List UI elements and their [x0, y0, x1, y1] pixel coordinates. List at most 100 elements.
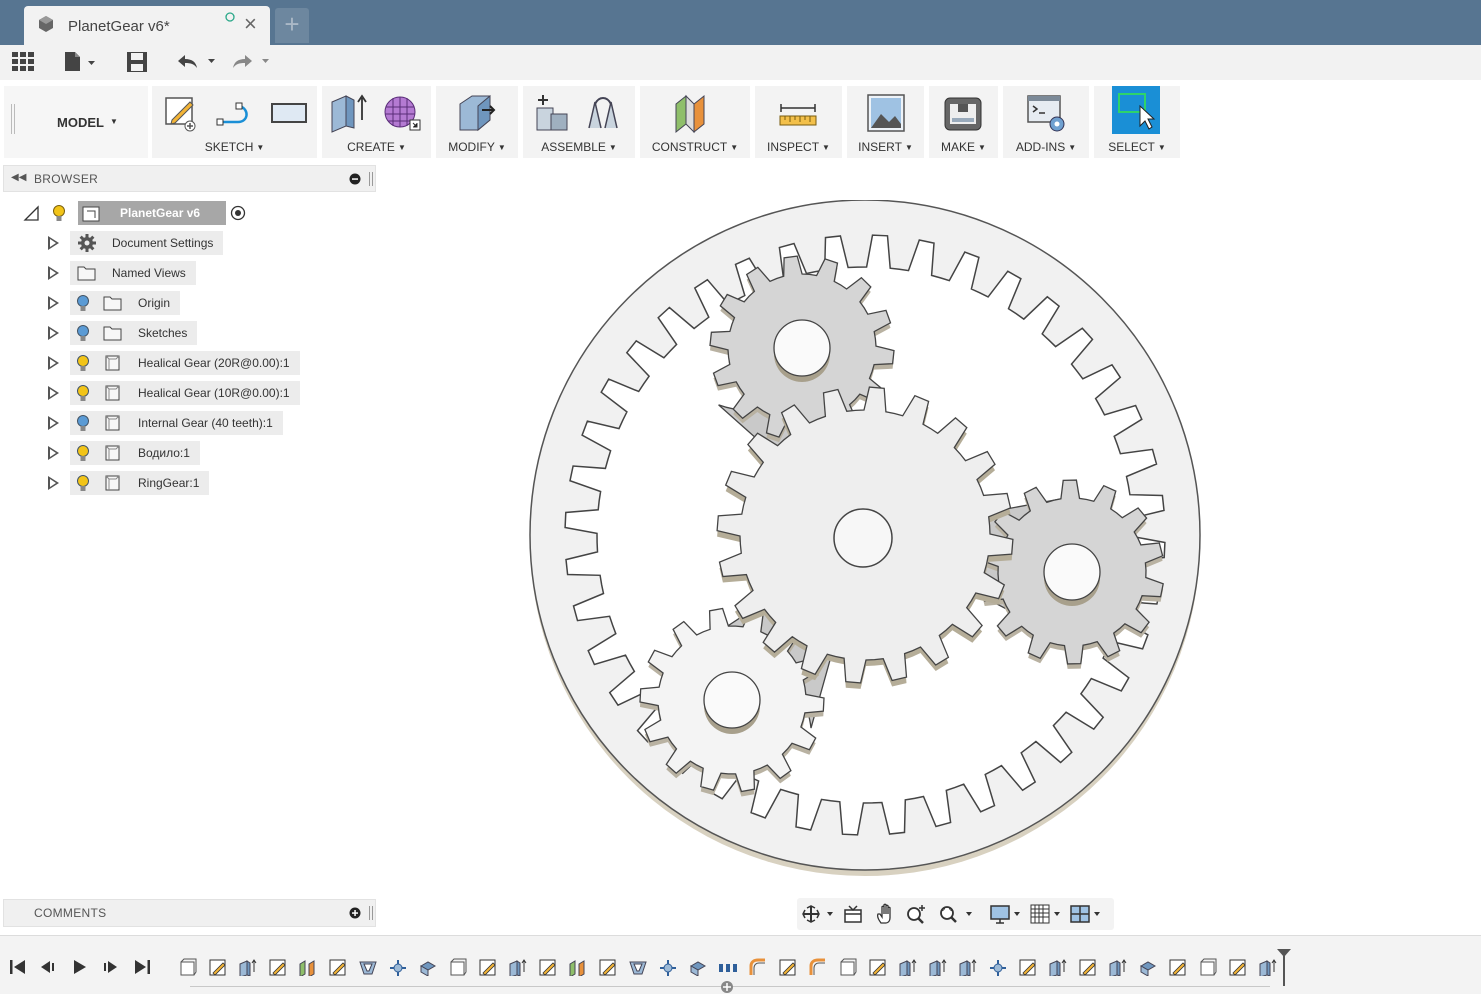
insert-menu[interactable]: INSERT ▼ [847, 140, 924, 154]
scripts-addins-icon[interactable] [1025, 92, 1067, 134]
browser-item[interactable]: Sketches [44, 321, 344, 345]
create-form-icon[interactable] [382, 92, 424, 134]
extrude-icon[interactable] [328, 92, 370, 134]
add-ins-menu[interactable]: ADD-INS ▼ [1003, 140, 1089, 154]
timeline-extrude-icon[interactable] [1258, 958, 1278, 976]
visibility-bulb-icon[interactable] [76, 444, 90, 463]
inspect-menu[interactable]: INSPECT ▼ [755, 140, 842, 154]
timeline-sketch-icon[interactable] [328, 958, 348, 976]
add-comment-icon[interactable] [349, 907, 361, 919]
visibility-bulb-icon[interactable] [76, 324, 90, 343]
expand-triangle-icon[interactable] [48, 416, 59, 430]
collapse-panel-icon[interactable]: ◀◀ [11, 172, 26, 183]
timeline-sketch-icon[interactable] [268, 958, 288, 976]
play-icon[interactable] [70, 958, 90, 976]
browser-root-node[interactable]: PlanetGear v6 [20, 201, 260, 225]
viewports-icon[interactable] [1069, 903, 1105, 925]
comments-resize-handle[interactable] [369, 906, 373, 920]
data-panel-grid-icon[interactable] [11, 51, 35, 73]
timeline-sketch-icon[interactable] [1228, 958, 1248, 976]
measure-icon[interactable] [777, 92, 819, 134]
construct-menu[interactable]: CONSTRUCT ▼ [640, 140, 750, 154]
browser-item[interactable]: Healical Gear (20R@0.00):1 [44, 351, 344, 375]
timeline-extrude-icon[interactable] [508, 958, 528, 976]
expand-triangle-icon[interactable] [48, 266, 59, 280]
timeline-sketch-icon[interactable] [478, 958, 498, 976]
timeline-component-icon[interactable] [448, 958, 468, 976]
timeline-extrude-icon[interactable] [958, 958, 978, 976]
timeline-sketch-icon[interactable] [868, 958, 888, 976]
expand-triangle-icon[interactable] [48, 326, 59, 340]
select-menu[interactable]: SELECT ▼ [1094, 140, 1180, 154]
timeline-marker[interactable] [1276, 948, 1292, 988]
3d-viewport[interactable] [520, 200, 1210, 880]
create-menu[interactable]: CREATE ▼ [322, 140, 431, 154]
timeline-sketch-icon[interactable] [1168, 958, 1188, 976]
go-to-start-icon[interactable] [8, 958, 28, 976]
fit-zoom-icon[interactable] [937, 903, 975, 925]
3d-print-icon[interactable] [942, 92, 984, 134]
grid-settings-icon[interactable] [1029, 903, 1065, 925]
create-sketch-icon[interactable] [160, 92, 202, 134]
new-tab-button[interactable]: + [275, 8, 309, 43]
activate-radio-icon[interactable] [230, 205, 246, 221]
zoom-icon[interactable] [905, 903, 929, 925]
make-menu[interactable]: MAKE ▼ [929, 140, 998, 154]
browser-item[interactable]: RingGear:1 [44, 471, 344, 495]
expand-triangle-icon[interactable] [48, 386, 59, 400]
timeline-component-icon[interactable] [1198, 958, 1218, 976]
timeline-construction-plane-icon[interactable] [298, 958, 318, 976]
visibility-bulb-icon[interactable] [76, 474, 90, 493]
browser-item[interactable]: Internal Gear (40 teeth):1 [44, 411, 344, 435]
select-tool-button[interactable] [1112, 86, 1160, 134]
timeline-component-icon[interactable] [838, 958, 858, 976]
visibility-bulb-icon[interactable] [76, 294, 90, 313]
sketch-menu[interactable]: SKETCH ▼ [152, 140, 317, 154]
timeline-combine-icon[interactable] [1138, 958, 1158, 976]
visibility-bulb-icon[interactable] [52, 204, 66, 223]
undo-icon[interactable] [176, 53, 218, 71]
timeline-sketch-icon[interactable] [598, 958, 618, 976]
visibility-bulb-icon[interactable] [76, 414, 90, 433]
insert-image-icon[interactable] [865, 92, 907, 134]
assemble-menu[interactable]: ASSEMBLE ▼ [523, 140, 635, 154]
timeline-extrude-icon[interactable] [1108, 958, 1128, 976]
timeline-sketch-icon[interactable] [778, 958, 798, 976]
press-pull-icon[interactable] [456, 92, 498, 134]
pan-hand-icon[interactable] [875, 903, 897, 925]
browser-collapse-icon[interactable] [349, 173, 361, 185]
expand-triangle-icon[interactable] [48, 446, 59, 460]
expand-triangle-icon[interactable] [48, 236, 59, 250]
close-tab-button[interactable]: × [244, 13, 257, 35]
timeline-sketch-icon[interactable] [1078, 958, 1098, 976]
timeline-settings-icon[interactable] [720, 980, 734, 994]
timeline-move-icon[interactable] [988, 958, 1008, 976]
look-at-icon[interactable] [843, 904, 863, 924]
expand-triangle-icon[interactable] [48, 476, 59, 490]
redo-icon[interactable] [230, 53, 272, 71]
timeline-shell-icon[interactable] [358, 958, 378, 976]
step-forward-icon[interactable] [100, 958, 120, 976]
timeline-pattern-icon[interactable] [718, 958, 738, 976]
save-icon[interactable] [126, 51, 148, 73]
browser-item[interactable]: Healical Gear (10R@0.00):1 [44, 381, 344, 405]
browser-item[interactable]: Origin [44, 291, 344, 315]
collapse-triangle-icon[interactable] [22, 205, 40, 221]
browser-item[interactable]: Document Settings [44, 231, 344, 255]
file-menu-icon[interactable] [62, 50, 98, 74]
expand-triangle-icon[interactable] [48, 296, 59, 310]
timeline-extrude-icon[interactable] [238, 958, 258, 976]
display-settings-icon[interactable] [989, 903, 1025, 925]
visibility-bulb-icon[interactable] [76, 354, 90, 373]
timeline-extrude-icon[interactable] [898, 958, 918, 976]
timeline-sketch-icon[interactable] [538, 958, 558, 976]
step-back-icon[interactable] [38, 958, 58, 976]
document-tab[interactable]: PlanetGear v6* × [24, 6, 270, 45]
rectangle-tool-icon[interactable] [268, 92, 310, 134]
joint-icon[interactable] [583, 92, 625, 134]
modify-menu[interactable]: MODIFY ▼ [436, 140, 518, 154]
offset-plane-icon[interactable] [672, 92, 714, 134]
timeline-component-icon[interactable] [178, 958, 198, 976]
timeline-extrude-icon[interactable] [928, 958, 948, 976]
expand-triangle-icon[interactable] [48, 356, 59, 370]
